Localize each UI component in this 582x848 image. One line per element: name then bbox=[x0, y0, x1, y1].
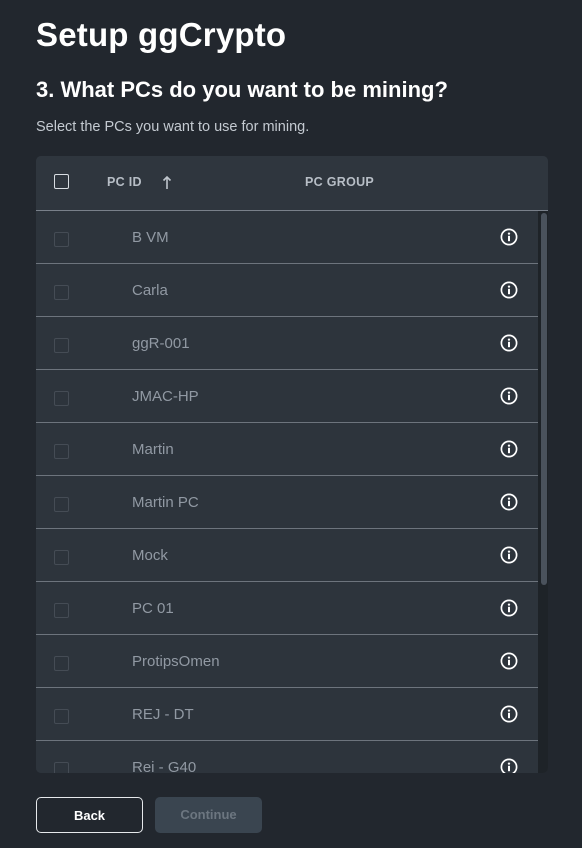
table-row[interactable]: ggR-001 bbox=[36, 317, 538, 370]
pc-id-cell: REJ - DT bbox=[132, 706, 194, 723]
back-button[interactable]: Back bbox=[36, 797, 143, 833]
table-row[interactable]: Carla bbox=[36, 264, 538, 317]
info-icon[interactable] bbox=[500, 705, 518, 723]
column-header-pc-group[interactable]: PC GROUP bbox=[305, 175, 374, 189]
row-checkbox[interactable] bbox=[54, 762, 69, 773]
row-checkbox[interactable] bbox=[54, 232, 69, 247]
pc-id-cell: Mock bbox=[132, 547, 168, 564]
table-row[interactable]: Rei - G40 bbox=[36, 741, 538, 773]
row-checkbox[interactable] bbox=[54, 444, 69, 459]
table-row[interactable]: Martin bbox=[36, 423, 538, 476]
info-icon[interactable] bbox=[500, 599, 518, 617]
pc-id-cell: Rei - G40 bbox=[132, 759, 197, 773]
row-checkbox[interactable] bbox=[54, 285, 69, 300]
table-row[interactable]: Mock bbox=[36, 529, 538, 582]
select-all-checkbox[interactable] bbox=[54, 174, 69, 189]
continue-button[interactable]: Continue bbox=[155, 797, 262, 833]
pc-id-cell: JMAC-HP bbox=[132, 388, 199, 405]
table-body: B VM Carla ggR-001 JMAC-HP Martin Martin PC Mo… bbox=[36, 211, 548, 773]
arrow-up-icon[interactable] bbox=[162, 174, 172, 190]
table-row[interactable]: Martin PC bbox=[36, 476, 538, 529]
pc-id-cell: PC 01 bbox=[132, 600, 174, 617]
row-checkbox[interactable] bbox=[54, 656, 69, 671]
info-icon[interactable] bbox=[500, 758, 518, 773]
pc-id-cell: ggR-001 bbox=[132, 335, 190, 352]
pc-table: PC ID PC GROUP B VM Carla ggR-001 JMAC-HP Ma… bbox=[36, 156, 548, 773]
table-row[interactable]: PC 01 bbox=[36, 582, 538, 635]
row-checkbox[interactable] bbox=[54, 391, 69, 406]
info-icon[interactable] bbox=[500, 228, 518, 246]
pc-id-cell: Martin PC bbox=[132, 494, 199, 511]
info-icon[interactable] bbox=[500, 440, 518, 458]
pc-id-cell: Martin bbox=[132, 441, 174, 458]
step-subtitle: Select the PCs you want to use for minin… bbox=[36, 119, 310, 135]
info-icon[interactable] bbox=[500, 387, 518, 405]
table-row[interactable]: B VM bbox=[36, 211, 538, 264]
scrollbar-thumb[interactable] bbox=[541, 213, 547, 585]
row-checkbox[interactable] bbox=[54, 709, 69, 724]
info-icon[interactable] bbox=[500, 493, 518, 511]
table-row[interactable]: ProtipsOmen bbox=[36, 635, 538, 688]
row-checkbox[interactable] bbox=[54, 497, 69, 512]
info-icon[interactable] bbox=[500, 281, 518, 299]
table-row[interactable]: REJ - DT bbox=[36, 688, 538, 741]
table-header: PC ID PC GROUP bbox=[36, 156, 548, 211]
pc-id-cell: Carla bbox=[132, 282, 168, 299]
info-icon[interactable] bbox=[500, 652, 518, 670]
info-icon[interactable] bbox=[500, 546, 518, 564]
pc-id-cell: B VM bbox=[132, 229, 169, 246]
step-title: 3. What PCs do you want to be mining? bbox=[36, 77, 448, 102]
page-title: Setup ggCrypto bbox=[36, 16, 287, 53]
table-row[interactable]: JMAC-HP bbox=[36, 370, 538, 423]
column-header-pc-id[interactable]: PC ID bbox=[107, 175, 142, 189]
setup-page: Setup ggCrypto 3. What PCs do you want t… bbox=[0, 0, 582, 848]
info-icon[interactable] bbox=[500, 334, 518, 352]
row-checkbox[interactable] bbox=[54, 603, 69, 618]
row-checkbox[interactable] bbox=[54, 338, 69, 353]
row-checkbox[interactable] bbox=[54, 550, 69, 565]
pc-id-cell: ProtipsOmen bbox=[132, 653, 220, 670]
